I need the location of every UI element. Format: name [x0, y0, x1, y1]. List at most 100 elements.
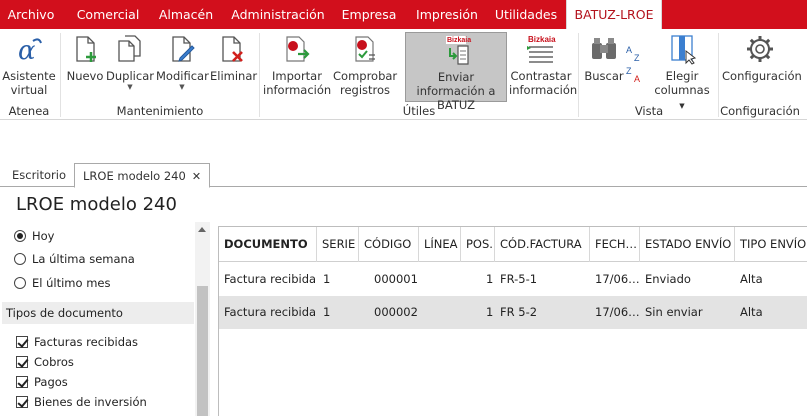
svg-text:A: A [626, 45, 632, 55]
group-label-mantenimiento: Mantenimiento [116, 104, 204, 118]
column-header-pos[interactable]: POS. [461, 227, 495, 262]
duplicar-button[interactable]: Duplicar ▼ [106, 33, 154, 91]
ribbon-separator [259, 33, 260, 117]
svg-text:Bizkaia: Bizkaia [447, 37, 471, 44]
radio-semana-label: La última semana [32, 252, 135, 266]
tab-almacen[interactable]: Almacén [152, 0, 220, 29]
edit-document-icon [172, 36, 195, 62]
group-label-utiles: Útiles [402, 104, 436, 118]
tab-utilidades[interactable]: Utilidades [490, 0, 562, 29]
columns-icon [671, 35, 697, 65]
column-header-fecha[interactable]: FECH… [590, 227, 640, 262]
comprobar-registros-button[interactable]: Comprobar registros [333, 33, 397, 97]
cell-tipo-envio: Alta [740, 272, 763, 286]
cell-fecha: 17/06… [595, 305, 640, 319]
tab-escritorio[interactable]: Escritorio [4, 163, 74, 187]
column-header-estado-envio[interactable]: ESTADO ENVÍO [640, 227, 735, 262]
group-label-vista: Vista [634, 104, 664, 118]
asistente-virtual-button[interactable]: α Asistente virtual [2, 33, 56, 97]
contrastar-informacion-button[interactable]: Bizkaia Contrastar información [509, 33, 577, 97]
atenea-icon: α [18, 36, 42, 65]
table-row[interactable]: Factura recibida 1 000001 1 FR-5-1 17/06… [219, 263, 807, 296]
ribbon-separator [60, 33, 61, 117]
ribbon-separator [718, 33, 719, 117]
group-label-atenea: Atenea [8, 104, 50, 118]
tab-empresa[interactable]: Empresa [336, 0, 402, 29]
checkbox-label: Facturas recibidas [34, 335, 139, 349]
cell-codigo: 000001 [374, 272, 418, 286]
cell-fecha: 17/06… [595, 272, 640, 286]
tab-impresion[interactable]: Impresión [410, 0, 484, 29]
cell-codigo: 000002 [374, 305, 418, 319]
buscar-button[interactable]: Buscar [584, 33, 624, 83]
radio-ultima-semana[interactable]: La última semana [14, 251, 135, 267]
close-icon[interactable]: ✕ [192, 170, 201, 183]
tab-lroe-modelo-240[interactable]: LROE modelo 240 ✕ [74, 163, 211, 188]
svg-text:Bizkaia: Bizkaia [528, 35, 556, 44]
radio-mes-label: El último mes [32, 276, 111, 290]
checkbox-label: Pagos [34, 375, 68, 389]
radio-icon [14, 253, 26, 265]
column-header-serie[interactable]: SERIE [317, 227, 359, 262]
delete-document-icon [222, 36, 243, 62]
checkbox-label: Bienes de inversión [34, 395, 147, 409]
radio-hoy-label: Hoy [32, 229, 55, 243]
sort-az-icon[interactable]: A Z Z A [625, 43, 643, 83]
nuevo-button[interactable]: Nuevo [66, 33, 104, 83]
checkbox-facturas-recibidas[interactable]: Facturas recibidas [16, 334, 138, 350]
duplicar-label: Duplicar [106, 69, 154, 83]
group-label-configuracion: Configuración [720, 104, 800, 118]
contrast-bizkaia-icon: Bizkaia [527, 35, 556, 63]
svg-text:Z: Z [626, 66, 632, 76]
new-document-icon [76, 36, 96, 62]
ribbon-tab-bar: Archivo Comercial Almacén Administración… [0, 0, 807, 29]
checkbox-label: Cobros [34, 355, 74, 369]
elegir-columnas-button[interactable]: Elegir columnas ▼ [654, 33, 710, 113]
scroll-up-icon[interactable] [198, 227, 206, 232]
configuracion-button[interactable]: Configuración [722, 33, 802, 83]
tab-batuz-lroe[interactable]: BATUZ-LROE [566, 0, 662, 29]
document-tabs: Escritorio LROE modelo 240 ✕ [0, 163, 807, 188]
checkbox-cobros[interactable]: Cobros [16, 354, 74, 370]
buscar-label: Buscar [584, 69, 624, 83]
tab-comercial[interactable]: Comercial [66, 0, 150, 29]
comprobar-label: Comprobar registros [333, 69, 398, 97]
gear-icon [747, 36, 773, 62]
filter-panel-scrollbar[interactable] [195, 222, 210, 416]
cell-cod-factura: FR 5-2 [500, 305, 538, 319]
nuevo-label: Nuevo [66, 69, 104, 83]
tab-archivo[interactable]: Archivo [0, 0, 62, 29]
checkbox-checked-icon [16, 336, 28, 348]
eliminar-button[interactable]: Eliminar [210, 33, 258, 83]
table-row-selected[interactable]: Factura recibida 1 000002 1 FR 5-2 17/06… [219, 296, 807, 329]
contrastar-label: Contrastar información [509, 69, 578, 97]
enviar-informacion-batuz-button[interactable]: Bizkaia Enviar información a BATUZ [405, 32, 507, 112]
column-header-linea[interactable]: LÍNEA [419, 227, 461, 262]
elegir-label: Elegir columnas [654, 69, 710, 97]
radio-hoy[interactable]: Hoy [14, 228, 55, 244]
checkbox-pagos[interactable]: Pagos [16, 374, 68, 390]
chevron-down-icon: ▼ [127, 83, 133, 91]
tab-administracion[interactable]: Administración [226, 0, 330, 29]
column-header-documento[interactable]: DOCUMENTO [219, 227, 317, 262]
column-header-codigo[interactable]: CÓDIGO [359, 227, 419, 262]
checkbox-bienes-inversion[interactable]: Bienes de inversión [16, 394, 147, 410]
modificar-button[interactable]: Modificar ▼ [156, 33, 209, 91]
send-batuz-icon: Bizkaia [446, 36, 471, 65]
scrollbar-thumb[interactable] [197, 286, 208, 416]
importar-label: Importar información [263, 69, 332, 97]
page-title: LROE modelo 240 [16, 194, 177, 215]
column-header-cod-factura[interactable]: CÓD.FACTURA [495, 227, 590, 262]
cell-tipo-envio: Alta [740, 305, 763, 319]
cell-cod-factura: FR-5-1 [500, 272, 538, 286]
column-header-tipo-envio[interactable]: TIPO ENVÍO [735, 227, 807, 262]
importar-informacion-button[interactable]: Importar información [263, 33, 331, 97]
checkbox-checked-icon [16, 396, 28, 408]
tab-lroe-label: LROE modelo 240 [83, 169, 186, 183]
radio-ultimo-mes[interactable]: El último mes [14, 275, 110, 291]
eliminar-label: Eliminar [210, 69, 258, 83]
binoculars-icon [592, 38, 616, 59]
documents-grid: DOCUMENTO SERIE CÓDIGO LÍNEA POS. CÓD.FA… [218, 226, 807, 416]
configuracion-label: Configuración [722, 69, 802, 83]
cell-pos: 1 [486, 272, 494, 286]
